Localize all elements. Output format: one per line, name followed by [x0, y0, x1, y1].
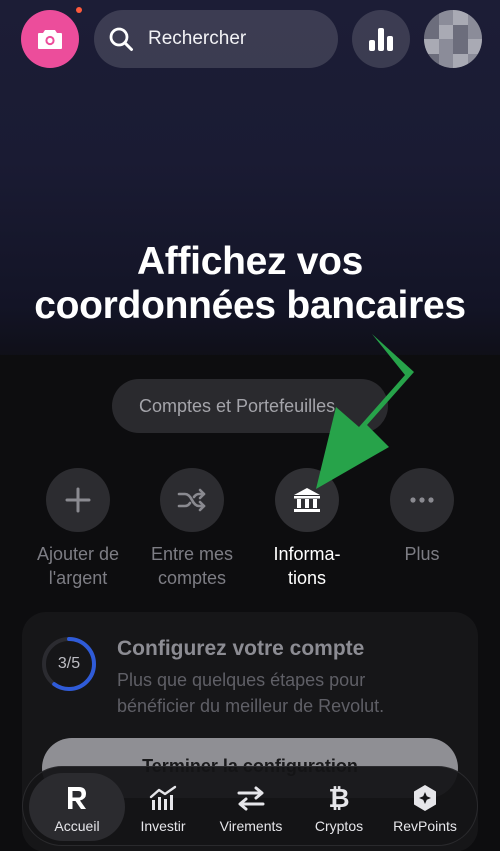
annotation-arrow [316, 334, 414, 489]
